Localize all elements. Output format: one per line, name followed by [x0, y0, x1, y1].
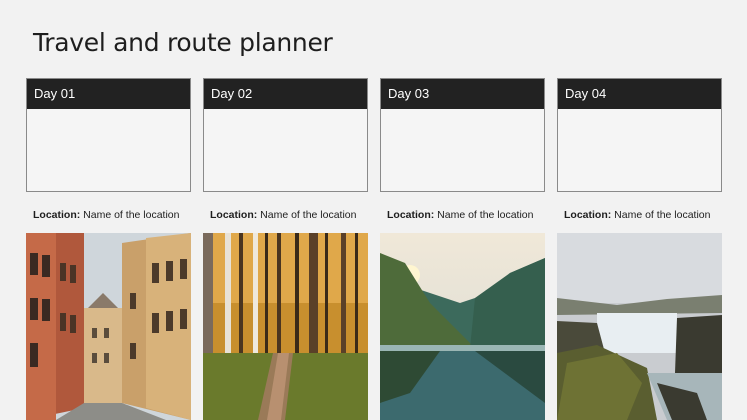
location-value: Name of the location	[260, 209, 357, 221]
day-card-1[interactable]: Day 01	[26, 78, 191, 192]
location-line: Location: Name of the location	[210, 209, 368, 221]
day-column-2: Day 02 Location: Name of the location	[203, 78, 368, 221]
location-line: Location: Name of the location	[387, 209, 545, 221]
location-label: Location:	[564, 209, 612, 221]
day-card-header: Day 01	[27, 79, 190, 109]
fjord-lake-photo	[380, 233, 545, 420]
location-line: Location: Name of the location	[33, 209, 191, 221]
old-town-street-photo	[26, 233, 191, 420]
day-card-header: Day 03	[381, 79, 544, 109]
day-column-1: Day 01 Location: Name of the location	[26, 78, 191, 221]
day-column-4: Day 04 Location: Name of the location	[557, 78, 722, 221]
day-card-4[interactable]: Day 04	[557, 78, 722, 192]
day-column-3: Day 03 Location: Name of the location	[380, 78, 545, 221]
location-label: Location:	[210, 209, 258, 221]
day-card-header: Day 02	[204, 79, 367, 109]
forest-path-photo	[203, 233, 368, 420]
location-label: Location:	[33, 209, 81, 221]
waterfall-canyon-photo	[557, 233, 722, 420]
page-title: Travel and route planner	[33, 28, 333, 57]
day-card-header: Day 04	[558, 79, 721, 109]
location-line: Location: Name of the location	[564, 209, 722, 221]
location-label: Location:	[387, 209, 435, 221]
location-value: Name of the location	[614, 209, 711, 221]
location-value: Name of the location	[437, 209, 534, 221]
day-card-3[interactable]: Day 03	[380, 78, 545, 192]
location-value: Name of the location	[83, 209, 180, 221]
day-card-2[interactable]: Day 02	[203, 78, 368, 192]
